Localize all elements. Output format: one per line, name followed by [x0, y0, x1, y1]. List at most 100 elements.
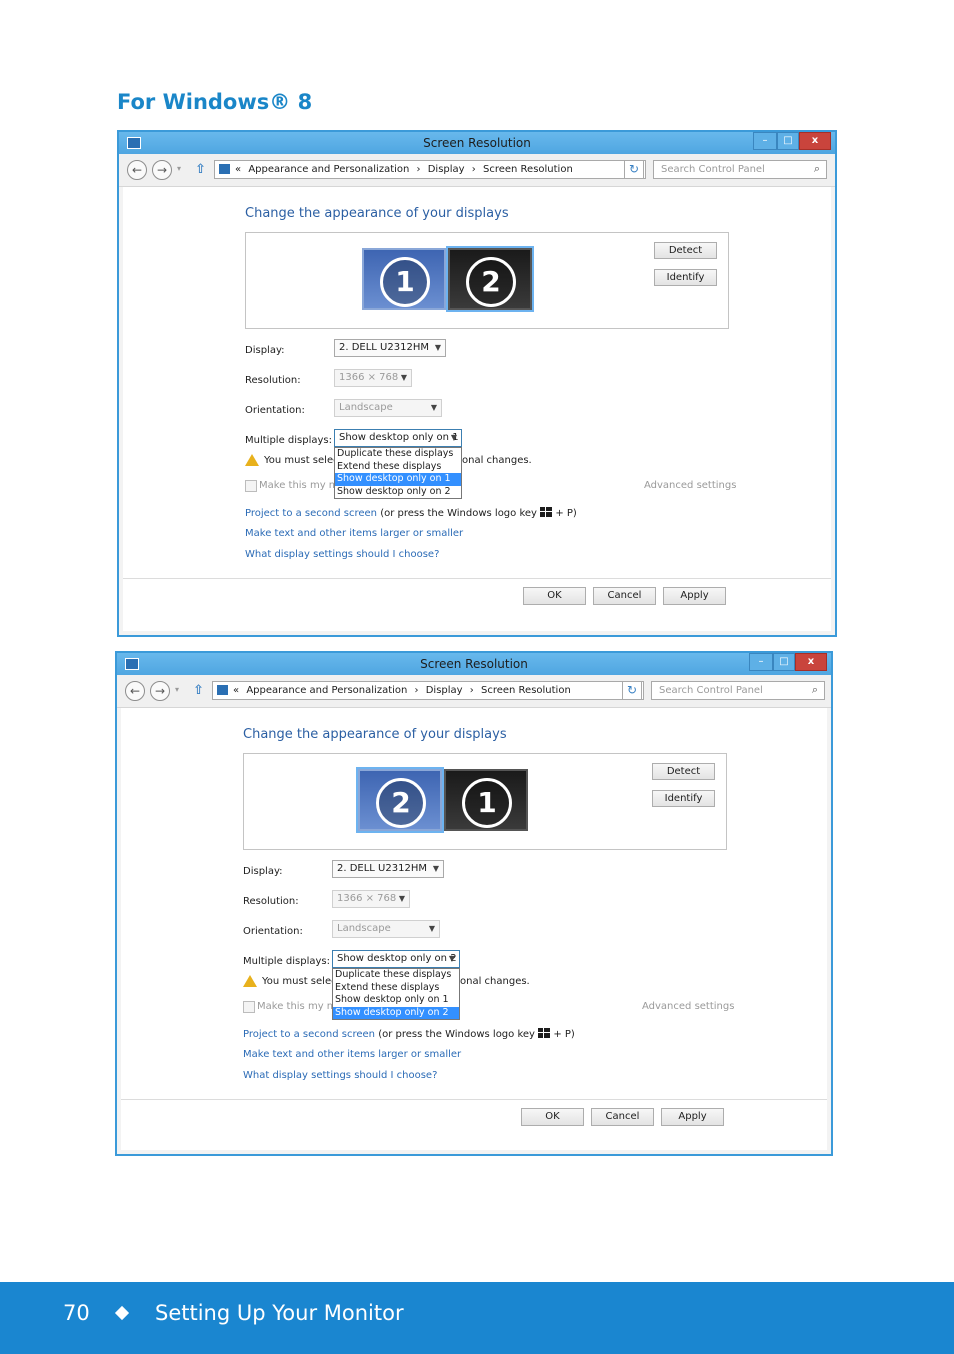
cancel-button[interactable]: Cancel — [591, 1108, 654, 1126]
warning-text-tail: onal changes. — [462, 455, 532, 466]
option-show-only-2[interactable]: Show desktop only on 2 — [335, 486, 461, 499]
chevron-down-icon: ▼ — [448, 954, 455, 963]
recent-locations-chevron-icon[interactable]: ▾ — [177, 164, 181, 173]
close-button[interactable]: x — [799, 132, 831, 150]
breadcrumb: « Appearance and Personalization › Displ… — [233, 682, 575, 699]
monitor-tile[interactable]: 1 — [362, 248, 446, 310]
title-bar[interactable]: Screen Resolution – □ x — [119, 132, 835, 154]
option-duplicate[interactable]: Duplicate these displays — [335, 448, 461, 461]
project-second-screen-link[interactable]: Project to a second screen — [243, 1029, 375, 1040]
display-select[interactable]: 2. DELL U2312HM ▼ — [334, 339, 446, 357]
display-select[interactable]: 2. DELL U2312HM ▼ — [332, 860, 444, 878]
monitor-tile[interactable]: 1 — [444, 769, 528, 831]
minimize-button[interactable]: – — [753, 132, 777, 150]
monitor-number: 2 — [466, 257, 516, 307]
orientation-label: Orientation: — [243, 926, 303, 937]
warning-icon — [245, 454, 259, 466]
resolution-select: 1366 × 768 ▼ — [334, 369, 412, 387]
monitor-number: 1 — [380, 257, 430, 307]
breadcrumb-screen-resolution[interactable]: Screen Resolution — [483, 164, 573, 175]
minimize-button[interactable]: – — [749, 653, 773, 671]
search-icon[interactable]: ⌕ — [812, 681, 818, 698]
recent-locations-chevron-icon[interactable]: ▾ — [175, 685, 179, 694]
display-label: Display: — [245, 345, 285, 356]
monitor-tile-selected[interactable]: 2 — [446, 246, 534, 312]
multiple-displays-select[interactable]: Show desktop only on 1 ▼ — [334, 429, 462, 447]
title-bar[interactable]: Screen Resolution – □ x — [117, 653, 831, 675]
detect-button[interactable]: Detect — [652, 763, 715, 780]
resolution-label: Resolution: — [245, 375, 301, 386]
display-settings-help-link[interactable]: What display settings should I choose? — [243, 1070, 437, 1081]
breadcrumb-appearance[interactable]: Appearance and Personalization — [248, 164, 409, 175]
orientation-value: Landscape — [339, 402, 393, 413]
window-title: Screen Resolution — [420, 657, 528, 671]
advanced-settings-link[interactable]: Advanced settings — [644, 480, 736, 491]
option-extend[interactable]: Extend these displays — [333, 982, 459, 995]
option-extend[interactable]: Extend these displays — [335, 461, 461, 474]
option-duplicate[interactable]: Duplicate these displays — [333, 969, 459, 982]
search-placeholder: Search Control Panel — [661, 164, 765, 175]
breadcrumb-screen-resolution[interactable]: Screen Resolution — [481, 685, 571, 696]
text-size-link[interactable]: Make text and other items larger or smal… — [245, 528, 463, 539]
forward-arrow-icon[interactable]: → — [150, 681, 170, 701]
chevron-down-icon: ▼ — [430, 403, 437, 412]
orientation-select: Landscape ▼ — [332, 920, 440, 938]
divider — [121, 1099, 827, 1100]
forward-arrow-icon[interactable]: → — [152, 160, 172, 180]
breadcrumb-display[interactable]: Display — [426, 685, 463, 696]
multiple-displays-value: Show desktop only on 2 — [337, 953, 457, 964]
breadcrumb-separator: › — [471, 164, 476, 175]
monitor-tile-selected[interactable]: 2 — [356, 767, 444, 833]
close-button[interactable]: x — [795, 653, 827, 671]
window-content: Change the appearance of your displays 2… — [121, 708, 827, 1150]
search-icon[interactable]: ⌕ — [814, 160, 820, 177]
identify-button[interactable]: Identify — [652, 790, 715, 807]
display-settings-help-link[interactable]: What display settings should I choose? — [245, 549, 439, 560]
breadcrumb-appearance[interactable]: Appearance and Personalization — [246, 685, 407, 696]
option-show-only-2[interactable]: Show desktop only on 2 — [333, 1006, 459, 1019]
ok-button[interactable]: OK — [523, 587, 586, 605]
apply-button[interactable]: Apply — [663, 587, 726, 605]
maximize-button[interactable]: □ — [777, 132, 799, 150]
apply-button[interactable]: Apply — [661, 1108, 724, 1126]
section-title: Change the appearance of your displays — [245, 206, 509, 221]
breadcrumb-separator: › — [416, 164, 421, 175]
project-hint-keys: + P) — [553, 1029, 575, 1040]
monitor-number: 2 — [376, 778, 426, 828]
address-bar[interactable]: « Appearance and Personalization › Displ… — [214, 160, 646, 179]
address-bar[interactable]: « Appearance and Personalization › Displ… — [212, 681, 644, 700]
breadcrumb-display[interactable]: Display — [428, 164, 465, 175]
screen-resolution-window-1: Screen Resolution – □ x ← → ▾ ⇧ « Appear… — [117, 130, 837, 637]
display-value: 2. DELL U2312HM — [339, 342, 429, 353]
display-preview: 1 2 Detect Identify — [245, 232, 729, 329]
multiple-displays-select[interactable]: Show desktop only on 2 ▼ — [332, 950, 460, 968]
up-arrow-icon[interactable]: ⇧ — [193, 683, 204, 698]
up-arrow-icon[interactable]: ⇧ — [195, 162, 206, 177]
multiple-displays-dropdown: Duplicate these displays Extend these di… — [332, 968, 460, 1020]
identify-button[interactable]: Identify — [654, 269, 717, 286]
back-arrow-icon[interactable]: ← — [125, 681, 145, 701]
window-content: Change the appearance of your displays 1… — [123, 187, 831, 631]
project-second-screen-link[interactable]: Project to a second screen — [245, 508, 377, 519]
resolution-label: Resolution: — [243, 896, 299, 907]
search-input[interactable]: Search Control Panel ⌕ — [651, 681, 825, 700]
detect-button[interactable]: Detect — [654, 242, 717, 259]
search-input[interactable]: Search Control Panel ⌕ — [653, 160, 827, 179]
cancel-button[interactable]: Cancel — [593, 587, 656, 605]
chevron-down-icon: ▼ — [428, 924, 435, 933]
screen-resolution-window-2: Screen Resolution – □ x ← → ▾ ⇧ « Appear… — [115, 651, 833, 1156]
main-display-label: Make this my ma — [259, 480, 345, 491]
maximize-button[interactable]: □ — [773, 653, 795, 671]
resolution-select: 1366 × 768 ▼ — [332, 890, 410, 908]
search-placeholder: Search Control Panel — [659, 685, 763, 696]
option-show-only-1[interactable]: Show desktop only on 1 — [335, 473, 461, 486]
navigation-bar: ← → ▾ ⇧ « Appearance and Personalization… — [119, 154, 835, 187]
refresh-icon[interactable]: ↻ — [624, 160, 644, 179]
back-arrow-icon[interactable]: ← — [127, 160, 147, 180]
text-size-link[interactable]: Make text and other items larger or smal… — [243, 1049, 461, 1060]
option-show-only-1[interactable]: Show desktop only on 1 — [333, 994, 459, 1007]
ok-button[interactable]: OK — [521, 1108, 584, 1126]
orientation-value: Landscape — [337, 923, 391, 934]
refresh-icon[interactable]: ↻ — [622, 681, 642, 700]
advanced-settings-link[interactable]: Advanced settings — [642, 1001, 734, 1012]
